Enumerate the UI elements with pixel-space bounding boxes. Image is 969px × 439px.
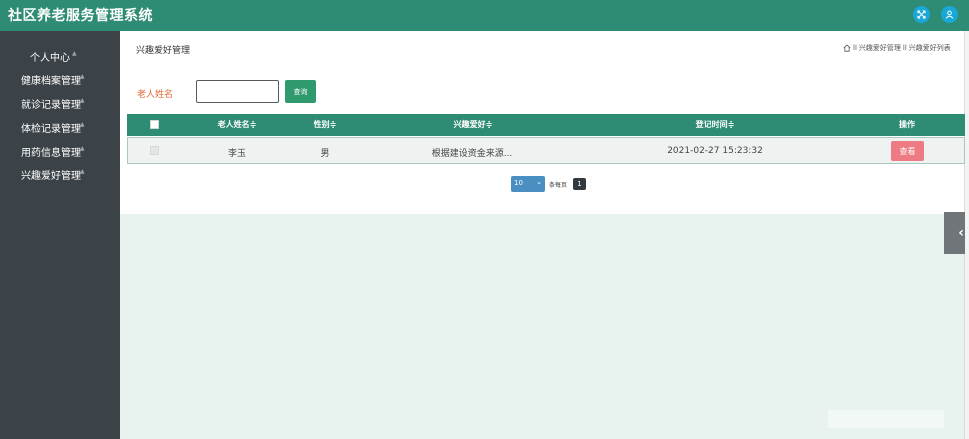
breadcrumb-separator: ll <box>902 44 907 52</box>
chevron-icon: ▲ <box>80 145 85 152</box>
sidebar-item-medication[interactable]: 用药信息管理 ▲ <box>0 140 120 160</box>
chevron-down-icon: ⌄ <box>536 178 542 186</box>
sidebar-item-label: 个人中心 <box>30 53 70 64</box>
page-size-select[interactable]: 10 ⌄ <box>511 176 545 192</box>
chevron-icon: ▲ <box>80 97 85 104</box>
breadcrumb-item-hobby-management[interactable]: 兴趣爱好管理 <box>859 43 901 53</box>
search-button[interactable]: 查询 <box>285 80 316 103</box>
column-header-action: 操作 <box>899 120 915 129</box>
collapse-tab[interactable]: ‹ <box>944 212 965 254</box>
column-header-name[interactable]: 老人姓名≑ <box>218 114 257 136</box>
home-icon[interactable] <box>843 44 851 52</box>
per-page-label: 条每页 <box>549 182 568 189</box>
cell-name: 李玉 <box>227 149 247 159</box>
footer-area <box>828 410 944 428</box>
breadcrumb: ll 兴趣爱好管理 ll 兴趣爱好列表 <box>843 43 951 53</box>
table-header: 老人姓名≑ 性别≑ 兴趣爱好≑ 登记时间≑ 操作 <box>127 114 965 136</box>
sidebar-item-health-records[interactable]: 健康档案管理 ▲ <box>0 68 120 88</box>
page-size-value: 10 <box>514 179 523 187</box>
breadcrumb-separator: ll <box>853 44 857 52</box>
sidebar-item-label: 就诊记录管理 <box>21 100 81 111</box>
row-checkbox[interactable] <box>150 146 159 155</box>
column-header-hobby[interactable]: 兴趣爱好≑ <box>454 114 493 136</box>
column-header-time[interactable]: 登记时间≑ <box>696 114 735 136</box>
cell-hobby: 根据建设资金来源... <box>431 149 513 159</box>
cell-gender: 男 <box>320 149 330 159</box>
sidebar-item-checkup-records[interactable]: 体检记录管理 ▲ <box>0 116 120 136</box>
sidebar-item-label: 体检记录管理 <box>21 124 81 135</box>
chevron-icon: ▲ <box>80 73 85 80</box>
page-number-button[interactable]: 1 <box>573 178 586 190</box>
sidebar-item-hobbies[interactable]: 兴趣爱好管理 ▲ <box>0 163 120 183</box>
sidebar: 个人中心 ▲ 健康档案管理 ▲ 就诊记录管理 ▲ 体检记录管理 ▲ 用药信息管理… <box>0 31 120 439</box>
content-background <box>120 214 965 439</box>
sidebar-item-label: 健康档案管理 <box>21 76 81 87</box>
column-header-gender[interactable]: 性别≑ <box>314 114 337 136</box>
view-button[interactable]: 查看 <box>891 141 924 161</box>
chevron-left-icon: ‹ <box>958 225 964 241</box>
app-title: 社区养老服务管理系统 <box>8 8 153 24</box>
top-bar: 社区养老服务管理系统 <box>0 0 969 31</box>
sidebar-item-label: 兴趣爱好管理 <box>21 171 81 182</box>
breadcrumb-item-hobby-list: 兴趣爱好列表 <box>908 44 951 52</box>
select-all-checkbox[interactable] <box>150 120 159 129</box>
user-icon[interactable] <box>941 6 958 23</box>
search-label: 老人姓名 <box>137 90 174 100</box>
chevron-icon: ▲ <box>72 50 77 57</box>
page-title: 兴趣爱好管理 <box>136 46 191 56</box>
sidebar-item-label: 用药信息管理 <box>21 148 81 159</box>
sidebar-item-personal-center[interactable]: 个人中心 ▲ <box>0 45 120 65</box>
elder-name-input[interactable] <box>196 80 279 103</box>
chevron-icon: ▲ <box>80 121 85 128</box>
sidebar-item-visit-records[interactable]: 就诊记录管理 ▲ <box>0 92 120 112</box>
table-row <box>127 137 965 164</box>
expand-icon[interactable] <box>913 6 930 23</box>
cell-time: 2021-02-27 15:23:32 <box>667 146 763 156</box>
chevron-icon: ▲ <box>80 168 85 175</box>
